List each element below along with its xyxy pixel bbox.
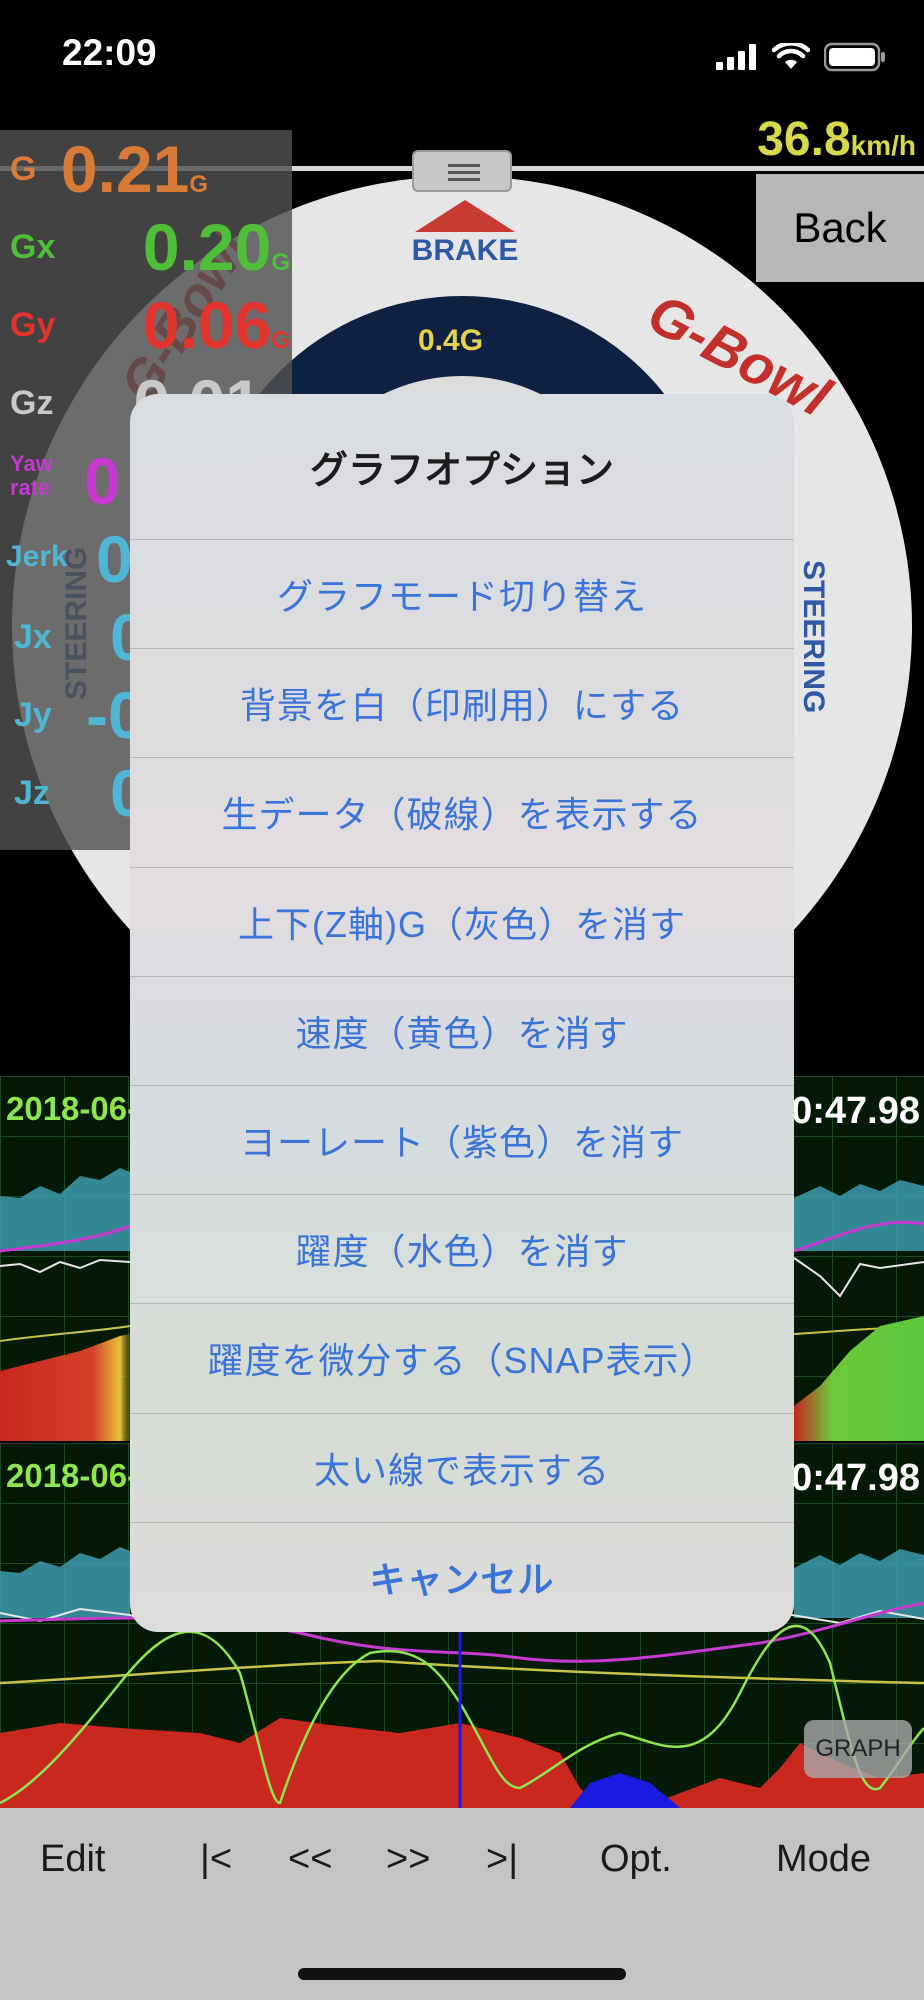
sheet-title: グラフオプション: [130, 394, 794, 540]
speed-readout: 36.8km/h: [757, 112, 916, 167]
option-white-background[interactable]: 背景を白（印刷用）にする: [130, 649, 794, 759]
speed-unit: km/h: [850, 130, 916, 161]
graph-options-sheet: グラフオプション グラフモード切り替え 背景を白（印刷用）にする 生データ（破線…: [130, 394, 794, 1632]
jerk-area: [0, 1547, 130, 1618]
brake-area: [570, 1773, 680, 1808]
graph-time: 0:47.98: [791, 1457, 920, 1499]
speed-line: [0, 1325, 131, 1342]
last-button[interactable]: >|: [486, 1838, 518, 1881]
status-icons: [716, 42, 886, 72]
reading-gy: Gy 0.06G: [0, 286, 292, 364]
next-button[interactable]: >>: [386, 1838, 430, 1881]
options-button[interactable]: Opt.: [600, 1838, 672, 1881]
graph-date: 2018-06-: [6, 1090, 139, 1127]
jerk-area: [0, 1168, 130, 1251]
reading-label: Jerk: [6, 540, 68, 573]
reading-label: Jy: [14, 696, 52, 734]
gz-line: [793, 1257, 924, 1298]
bowl-scale-label: 0.4G: [418, 324, 484, 357]
reading-value: 0: [84, 444, 121, 518]
wifi-icon: [772, 43, 810, 69]
option-snap[interactable]: 躍度を微分する（SNAP表示）: [130, 1304, 794, 1414]
reading-label: Yaw rate: [10, 451, 53, 500]
brake-arrow-icon: [415, 200, 515, 232]
gz-line: [0, 1258, 131, 1274]
status-time: 22:09: [62, 32, 157, 73]
steering-right-label: STEERING: [797, 560, 830, 714]
g-area: [0, 1718, 924, 1808]
grip-line: [448, 164, 480, 167]
speed-line: [0, 1659, 924, 1685]
status-bar: 22:09: [0, 0, 924, 110]
option-hide-yaw-rate[interactable]: ヨーレート（紫色）を消す: [130, 1086, 794, 1196]
option-hide-gz[interactable]: 上下(Z軸)G（灰色）を消す: [130, 868, 794, 977]
reading-value: 0: [96, 522, 133, 596]
brake-label: BRAKE: [411, 234, 519, 267]
home-indicator[interactable]: [298, 1968, 626, 1980]
option-raw-data[interactable]: 生データ（破線）を表示する: [130, 758, 794, 868]
jerk-area: [794, 1180, 924, 1251]
reading-label: Jx: [14, 618, 52, 656]
reading-g: G 0.21G: [0, 130, 292, 208]
brake-indicator: BRAKE: [410, 200, 520, 268]
first-button[interactable]: |<: [200, 1838, 232, 1881]
reading-label: Gx: [10, 228, 56, 266]
cellular-signal-icon: [716, 44, 756, 70]
graph-button[interactable]: GRAPH: [804, 1720, 912, 1778]
option-hide-speed[interactable]: 速度（黄色）を消す: [130, 977, 794, 1086]
reading-label: Gz: [10, 384, 54, 422]
option-thick-lines[interactable]: 太い線で表示する: [130, 1414, 794, 1523]
cancel-button[interactable]: キャンセル: [130, 1523, 794, 1632]
reading-label: G: [10, 150, 37, 188]
grip-line: [448, 178, 480, 181]
edit-button[interactable]: Edit: [40, 1838, 105, 1881]
battery-icon: [824, 42, 885, 72]
graph-time: 0:47.98: [791, 1090, 920, 1132]
prev-button[interactable]: <<: [288, 1838, 332, 1881]
reading-gx: Gx 0.20G: [0, 208, 292, 286]
reading-label: Jz: [14, 774, 50, 812]
mode-button[interactable]: Mode: [776, 1838, 871, 1881]
drag-handle[interactable]: [412, 150, 512, 192]
option-graph-mode[interactable]: グラフモード切り替え: [130, 540, 794, 650]
reading-label: Gy: [10, 306, 56, 344]
back-button[interactable]: Back: [756, 174, 924, 282]
option-hide-jerk[interactable]: 躍度（水色）を消す: [130, 1195, 794, 1305]
graph-date: 2018-06-: [6, 1457, 139, 1494]
grip-line: [448, 171, 480, 174]
speed-value: 36.8: [757, 113, 851, 166]
